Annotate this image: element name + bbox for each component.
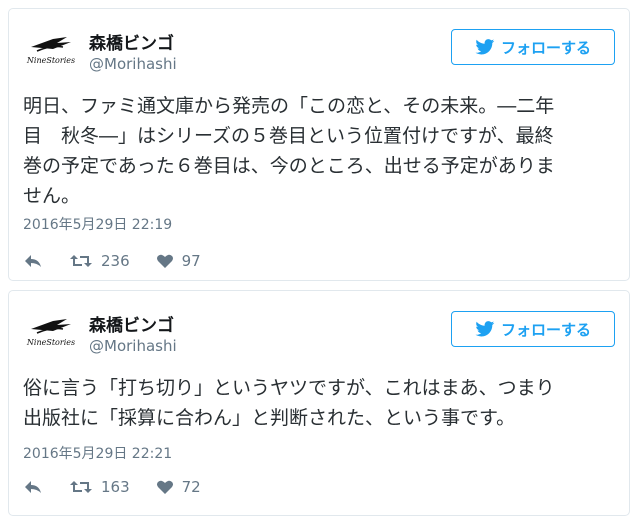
display-name[interactable]: 森橋ビンゴ [89,29,174,54]
tweet-text: 明日、ファミ通文庫から発売の「この恋と、その未来。―二年 目 秋冬―」はシリーズ… [23,91,619,211]
display-name[interactable]: 森橋ビンゴ [89,311,174,336]
retweet-icon [70,255,92,267]
tweet-actions: 163 72 [23,476,227,498]
reply-icon [25,481,41,493]
follow-label: フォローする [500,320,591,339]
avatar[interactable]: NineStories [23,33,79,73]
like-button[interactable]: 72 [156,478,201,496]
tweet-text: 俗に言う「打ち切り」というヤツですが、これはまあ、つまり 出版社に「採算に合わん… [23,373,619,433]
bird-icon [475,39,495,55]
follow-button[interactable]: フォローする [451,311,615,347]
tweet-card: NineStories 森橋ビンゴ @Morihashi フォローする 俗に言う… [8,290,630,516]
like-count: 72 [181,478,201,496]
reply-button[interactable] [23,253,43,269]
tweet-text-line: 明日、ファミ通文庫から発売の「この恋と、その未来。―二年 [23,95,555,117]
avatar[interactable]: NineStories [23,315,79,355]
retweet-button[interactable]: 236 [69,252,130,270]
tweet-text-line: 目 秋冬―」はシリーズの５巻目という位置付けですが、最終 [23,125,554,147]
bird-icon [475,321,495,337]
follow-label: フォローする [500,38,591,57]
follow-button[interactable]: フォローする [451,29,615,65]
user-handle[interactable]: @Morihashi [89,55,177,73]
retweet-count: 163 [101,478,130,496]
timestamp[interactable]: 2016年5月29日 22:21 [23,443,172,463]
svg-text:NineStories: NineStories [26,338,75,347]
retweet-button[interactable]: 163 [69,478,130,496]
nine-stories-logo-icon: NineStories [26,319,75,347]
like-button[interactable]: 97 [156,252,201,270]
svg-text:NineStories: NineStories [26,56,75,65]
tweet-text-line: 俗に言う「打ち切り」というヤツですが、これはまあ、つまり [23,377,555,399]
retweet-count: 236 [101,252,130,270]
tweet-actions: 236 97 [23,250,227,272]
tweet-text-line: せん。 [23,185,81,207]
tweet-text-line: 出版社に「採算に合わん」と判断された、という事です。 [23,407,516,429]
tweet-text-line: 巻の予定であった６巻目は、今のところ、出せる予定がありま [23,155,555,177]
reply-icon [25,255,41,267]
timestamp[interactable]: 2016年5月29日 22:19 [23,214,172,234]
heart-icon [156,480,173,494]
heart-icon [156,254,173,268]
reply-button[interactable] [23,479,43,495]
nine-stories-logo-icon: NineStories [26,37,75,65]
retweet-icon [70,481,92,493]
user-handle[interactable]: @Morihashi [89,337,177,355]
tweet-card: NineStories 森橋ビンゴ @Morihashi フォローする 明日、フ… [8,8,630,281]
like-count: 97 [181,252,201,270]
